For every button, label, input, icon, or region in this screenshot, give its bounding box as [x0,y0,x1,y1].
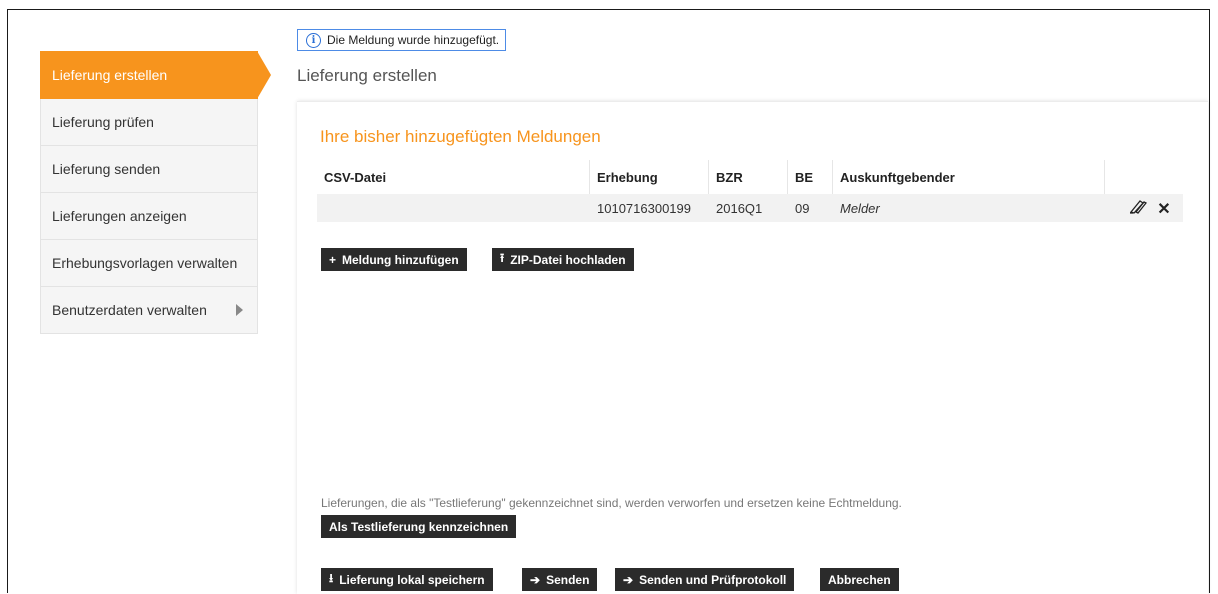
send-protocol-button[interactable]: ➔ Senden und Prüfprotokoll [615,568,795,591]
sidebar-item-lieferung-senden[interactable]: Lieferung senden [40,146,258,193]
cell-csv [317,194,590,222]
sidebar-item-label: Lieferung senden [52,161,161,177]
sidebar-item-label: Erhebungsvorlagen verwalten [52,255,238,271]
column-header-be: BE [787,160,833,194]
cell-bzr: 2016Q1 [708,194,788,222]
pencil-icon [1130,199,1148,214]
sidebar-item-benutzerdaten[interactable]: Benutzerdaten verwalten [40,287,258,334]
cancel-button[interactable]: Abbrechen [820,568,899,591]
add-report-label: Meldung hinzufügen [342,252,459,267]
info-message-text: Die Meldung wurde hinzugefügt. [327,33,500,47]
upload-zip-label: ZIP-Datei hochladen [510,252,626,267]
sidebar-item-lieferung-pruefen[interactable]: Lieferung prüfen [40,99,258,146]
sidebar-item-label: Lieferung erstellen [52,66,168,83]
cell-erhebung: 1010716300199 [589,194,709,222]
sidebar-item-lieferung-erstellen[interactable]: Lieferung erstellen [40,51,271,99]
mark-test-button[interactable]: Als Testlieferung kennzeichnen [321,515,517,538]
edit-icon[interactable] [1127,198,1149,219]
cancel-label: Abbrechen [828,572,891,587]
cell-be: 09 [787,194,833,222]
arrow-right-icon: ➔ [623,572,634,587]
sidebar-nav: Lieferung erstellen Lieferung prüfen Lie… [40,51,271,334]
mark-test-label: Als Testlieferung kennzeichnen [329,519,509,534]
column-header-actions [1105,160,1183,194]
column-header-erhebung: Erhebung [589,160,709,194]
save-local-label: Lieferung lokal speichern [339,572,485,587]
send-label: Senden [546,572,590,587]
content-panel: Ihre bisher hinzugefügten Meldungen CSV-… [297,101,1208,594]
arrow-right-icon: ➔ [530,572,541,587]
table-header-row: CSV-Datei Erhebung BZR BE Auskunftgebend… [317,160,1183,194]
send-button[interactable]: ➔ Senden [522,568,598,591]
sidebar-item-label: Lieferung prüfen [52,114,154,130]
upload-icon: ⭱ [500,251,505,265]
download-icon: ⭳ [329,571,334,585]
reports-table: CSV-Datei Erhebung BZR BE Auskunftgebend… [317,160,1183,222]
section-title: Ihre bisher hinzugefügten Meldungen [320,127,601,146]
page-title: Lieferung erstellen [297,66,437,85]
cell-actions: ✕ [1104,194,1183,222]
column-header-bzr: BZR [708,160,788,194]
sidebar-item-label: Benutzerdaten verwalten [52,302,207,318]
test-delivery-note: Lieferungen, die als "Testlieferung" gek… [321,496,902,510]
table-row: 1010716300199 2016Q1 09 Melder ✕ [317,194,1183,222]
delete-icon[interactable]: ✕ [1153,199,1175,219]
sidebar-item-label: Lieferungen anzeigen [52,208,187,224]
sidebar-item-lieferungen-anzeigen[interactable]: Lieferungen anzeigen [40,193,258,240]
upload-zip-button[interactable]: ⭱ ZIP-Datei hochladen [492,248,634,271]
info-message: i Die Meldung wurde hinzugefügt. [297,29,507,51]
cell-auskunftgebender: Melder [832,194,1105,222]
send-protocol-label: Senden und Prüfprotokoll [639,572,787,587]
sidebar-item-erhebungsvorlagen[interactable]: Erhebungsvorlagen verwalten [40,240,258,287]
info-icon: i [306,32,321,48]
save-local-button[interactable]: ⭳ Lieferung lokal speichern [321,568,493,591]
column-header-auskunftgebender: Auskunftgebender [832,160,1105,194]
chevron-right-icon [236,304,243,316]
plus-icon: + [329,252,337,267]
add-report-button[interactable]: + Meldung hinzufügen [321,248,467,271]
column-header-csv: CSV-Datei [317,160,590,194]
